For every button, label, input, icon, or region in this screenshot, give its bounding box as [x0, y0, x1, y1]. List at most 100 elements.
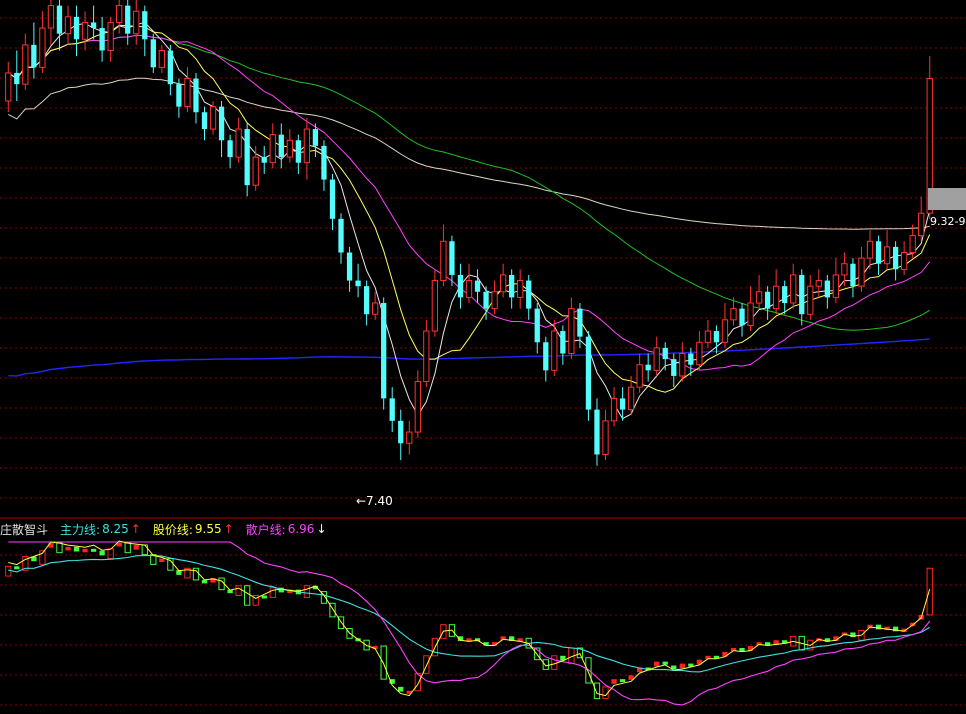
candle-body — [90, 22, 97, 29]
candle-body — [560, 331, 566, 354]
indicator-bar — [662, 661, 668, 665]
candle-body — [892, 246, 899, 270]
indicator-bar — [82, 548, 88, 553]
candle-body — [261, 157, 267, 163]
indicator-bar — [99, 550, 105, 556]
candle-body — [499, 274, 507, 293]
indicator-bar — [14, 566, 20, 570]
candle-body — [747, 302, 754, 326]
candle-body — [483, 291, 489, 309]
candle-body — [653, 347, 660, 371]
candle-body — [125, 5, 131, 34]
candle-body — [99, 28, 105, 51]
indicator-bar — [611, 679, 617, 684]
indicator-bar — [654, 661, 660, 667]
candle-body — [150, 39, 156, 68]
candle-body — [594, 409, 600, 455]
candle-body — [517, 280, 524, 298]
candle-body — [414, 381, 421, 433]
candle-body — [858, 257, 865, 287]
stock-chart[interactable]: ←7.40 9.32-9 — [0, 0, 966, 714]
candle-body — [850, 263, 856, 287]
candle-body — [39, 27, 46, 68]
candle-body — [398, 420, 404, 444]
candle-body — [602, 420, 609, 456]
candle-body — [22, 44, 29, 85]
candle-body — [704, 330, 712, 343]
indicator-bar — [65, 546, 71, 551]
candle-body — [56, 5, 63, 34]
candle-body — [295, 140, 302, 163]
candle-body — [329, 179, 336, 219]
candle-body — [321, 145, 327, 180]
candle-body — [338, 218, 344, 253]
main-line-label: 主力线: — [60, 522, 101, 537]
candle-body — [551, 330, 558, 371]
candle-body — [688, 353, 694, 365]
candle-body — [235, 128, 242, 158]
candle-body — [406, 431, 413, 444]
candle-body — [782, 286, 788, 303]
candle-body — [269, 134, 276, 164]
candle-body — [526, 280, 532, 309]
candle-body — [627, 386, 635, 411]
indicator-header: 庄散智斗 主力线: 8.25 ↑ 股价线: 9.55 ↑ 散户线: 6.96 ↓ — [0, 519, 329, 539]
candle-body — [568, 308, 575, 355]
candle-body — [645, 364, 651, 371]
retail-line-label: 散户线: — [245, 522, 286, 537]
candle-body — [423, 330, 430, 383]
indicator-bar — [133, 544, 139, 550]
retail-line-value: 6.96 — [287, 522, 315, 536]
candle-body — [440, 240, 447, 282]
candle-body — [312, 129, 319, 146]
candle-body — [909, 235, 916, 254]
candle-body — [730, 308, 737, 321]
candle-body — [167, 50, 174, 85]
candle-body — [585, 336, 592, 410]
candle-body — [252, 156, 259, 186]
candle-body — [14, 72, 20, 85]
candle-body — [449, 241, 455, 275]
retail-line-arrow: ↓ — [316, 522, 327, 536]
candle-body — [201, 112, 208, 130]
main-line-value: 8.25 — [102, 522, 129, 536]
candle-body — [577, 308, 583, 337]
candle-body — [193, 78, 199, 113]
candle-body — [47, 5, 55, 29]
candle-body — [679, 353, 686, 377]
candle-body — [866, 240, 874, 259]
candle-body — [107, 21, 114, 51]
candle-body — [713, 331, 720, 343]
candle-body — [142, 11, 148, 40]
candle-body — [755, 291, 763, 304]
candle-body — [31, 44, 37, 68]
candle-body — [346, 252, 353, 281]
candle-body — [764, 291, 771, 309]
candle-body — [355, 280, 361, 287]
price-line-label: 股价线: — [152, 522, 193, 537]
indicator-bar — [90, 548, 97, 552]
candle-body — [491, 291, 498, 310]
indicator-bar — [679, 663, 685, 669]
candle-body — [619, 398, 626, 410]
indicator-bar — [201, 579, 208, 584]
price-line-arrow: ↑ — [223, 522, 234, 536]
candle-body — [841, 263, 848, 276]
indicator-bar — [398, 686, 404, 692]
candle-body — [184, 78, 191, 108]
candle-body — [372, 302, 379, 315]
candle-body — [227, 140, 233, 158]
candle-body — [303, 128, 311, 164]
candle-body — [218, 106, 225, 141]
candle-body — [81, 21, 89, 40]
candle-body — [815, 280, 822, 287]
price-line-value: 9.55 — [194, 522, 222, 536]
candle-body — [918, 212, 925, 237]
candle-body — [474, 280, 481, 292]
candle-body — [244, 129, 250, 186]
candle-body — [807, 285, 814, 315]
indicator-bar — [159, 558, 165, 563]
right-price-label: 9.32-9 — [930, 215, 965, 228]
candle-body — [278, 134, 284, 158]
candle-body — [509, 274, 515, 298]
